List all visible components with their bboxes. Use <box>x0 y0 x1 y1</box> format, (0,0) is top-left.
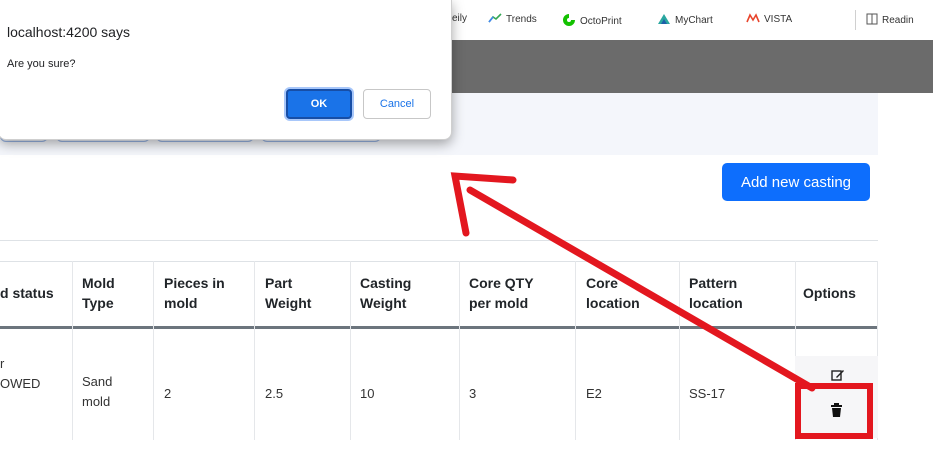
header-line: Core <box>586 275 618 291</box>
header-line: Weight <box>360 295 407 311</box>
cell-line: r <box>0 356 5 371</box>
cell-status: r OWED <box>0 354 40 394</box>
bookmark-label: Readin <box>882 15 914 26</box>
bookmark-partial[interactable]: eily <box>452 13 467 24</box>
header-pieces-in-mold: Pieces in mold <box>164 273 225 313</box>
cell-part-weight: 2.5 <box>265 386 284 401</box>
bookmarks-divider <box>855 10 856 30</box>
header-line: d status <box>0 285 54 301</box>
table-row: r OWED Sand mold 2 2.5 10 3 E2 SS-17 <box>0 328 878 440</box>
bookmark-mychart[interactable]: MyChart <box>657 13 713 28</box>
dialog-title: localhost:4200 says <box>7 24 130 40</box>
cell-line: Sand <box>82 374 113 389</box>
bookmark-label: MyChart <box>675 15 713 26</box>
header-line: Core QTY <box>469 275 534 291</box>
cell-casting-weight: 10 <box>360 386 375 401</box>
add-new-casting-button[interactable]: Add new casting <box>722 163 870 201</box>
table-header <box>0 261 878 329</box>
header-part-weight: Part Weight <box>265 273 311 313</box>
header-line: Casting <box>360 275 412 291</box>
bookmark-label: eily <box>452 13 468 24</box>
header-mold-type: Mold Type <box>82 273 115 313</box>
cell-mold-type: Sand mold <box>82 372 112 412</box>
header-line: location <box>586 295 640 311</box>
cell-line: mold <box>82 394 111 409</box>
header-line: location <box>689 295 743 311</box>
bookmark-label: OctoPrint <box>580 16 622 27</box>
header-status: d status <box>0 283 54 303</box>
bookmark-reading-list[interactable]: Readin <box>866 13 914 28</box>
header-line: Options <box>803 285 856 301</box>
header-line: Part <box>265 275 293 291</box>
section-divider <box>0 240 878 241</box>
cell-pieces-in-mold: 2 <box>164 386 172 401</box>
header-core-qty-per-mold: Core QTY per mold <box>469 273 534 313</box>
header-pattern-location: Pattern location <box>689 273 743 313</box>
bookmark-label: Trends <box>506 14 537 25</box>
header-line: Pieces in <box>164 275 225 291</box>
bookmark-label: VISTA <box>764 14 793 25</box>
mychart-icon <box>657 13 671 28</box>
octoprint-icon <box>562 13 576 30</box>
cell-core-location: E2 <box>586 386 602 401</box>
bookmark-vista[interactable]: VISTA <box>746 13 792 26</box>
header-options: Options <box>803 283 856 303</box>
cell-pattern-location: SS-17 <box>689 386 726 401</box>
vista-icon <box>746 13 760 26</box>
header-line: mold <box>164 295 198 311</box>
cell-core-qty: 3 <box>469 386 477 401</box>
ok-button[interactable]: OK <box>286 89 352 119</box>
bookmark-octoprint[interactable]: OctoPrint <box>562 13 622 30</box>
cell-line: OWED <box>0 376 41 391</box>
header-line: per mold <box>469 295 529 311</box>
header-line: Weight <box>265 295 312 311</box>
header-core-location: Core location <box>586 273 640 313</box>
trends-icon <box>488 13 502 26</box>
cancel-button[interactable]: Cancel <box>363 89 431 119</box>
bookmark-trends[interactable]: Trends <box>488 13 537 26</box>
annotation-highlight-box <box>795 383 873 439</box>
header-line: Mold <box>82 275 115 291</box>
header-line: Pattern <box>689 275 738 291</box>
dialog-message: Are you sure? <box>7 58 76 70</box>
header-line: Type <box>82 295 114 311</box>
reading-list-icon <box>866 13 878 28</box>
header-casting-weight: Casting Weight <box>360 273 411 313</box>
confirm-dialog: localhost:4200 says Are you sure? OK Can… <box>0 0 452 140</box>
